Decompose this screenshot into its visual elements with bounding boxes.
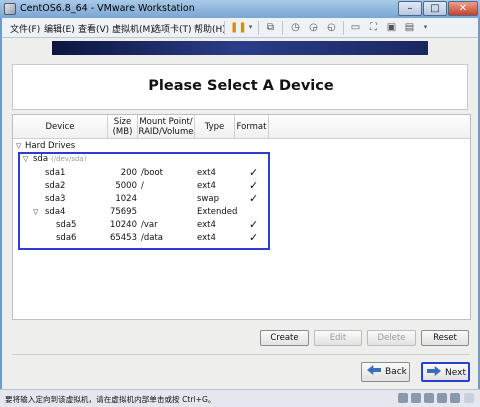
menu-vm[interactable]: 虚拟机(M)	[112, 22, 154, 35]
column-header-mount[interactable]: Mount Point/ RAID/Volume	[138, 115, 195, 139]
toolbar-separator	[282, 21, 283, 35]
page-title: Please Select A Device	[148, 78, 334, 94]
close-button[interactable]: ✕	[448, 1, 478, 16]
column-header-format[interactable]: Format	[235, 115, 269, 139]
cd-drive-status-icon[interactable]	[411, 393, 421, 403]
menubar: 文件(F) 编辑(E) 查看(V) 虚拟机(M) 选项卡(T) 帮助(H) ❚❚…	[2, 18, 478, 38]
minimize-button[interactable]: –	[398, 1, 422, 16]
status-bar: 要将输入定向到该虚拟机，请在虚拟机内部单击或按 Ctrl+G。	[0, 389, 480, 407]
toolbar-separator	[343, 21, 344, 35]
next-label: Next	[445, 368, 466, 378]
delete-button[interactable]: Delete	[367, 330, 416, 346]
divider	[12, 354, 470, 355]
edit-button[interactable]: Edit	[314, 330, 362, 346]
column-header-size[interactable]: Size (MB)	[108, 115, 138, 139]
highlight-box	[18, 152, 270, 250]
menu-edit[interactable]: 编辑(E)	[44, 22, 75, 35]
view-dropdown-icon[interactable]: ▾	[419, 21, 432, 34]
next-arrow-icon	[427, 366, 441, 376]
pause-dropdown-icon[interactable]: ▾	[244, 21, 257, 34]
back-button[interactable]: Back	[361, 362, 410, 382]
window-title: CentOS6.8_64 - VMware Workstation	[20, 3, 195, 14]
next-button[interactable]: Next	[421, 362, 470, 382]
menu-view[interactable]: 查看(V)	[78, 22, 109, 35]
column-header-device[interactable]: Device	[13, 115, 108, 139]
send-ctrl-alt-del-icon[interactable]: ⧉	[264, 21, 277, 34]
status-text: 要将输入定向到该虚拟机，请在虚拟机内部单击或按 Ctrl+G。	[5, 395, 216, 404]
group-hard-drives[interactable]: Hard Drives	[25, 141, 75, 151]
toolbar-separator	[224, 21, 225, 35]
snapshot-manager-icon[interactable]: ◵	[325, 21, 338, 34]
usb-status-icon[interactable]	[437, 393, 447, 403]
snapshot-icon[interactable]: ◷	[289, 21, 302, 34]
thumbnail-icon[interactable]: ▤	[403, 21, 416, 34]
back-label: Back	[385, 367, 407, 377]
expand-triangle-icon[interactable]: ▽	[16, 142, 21, 150]
sound-status-icon[interactable]	[450, 393, 460, 403]
view-console-icon[interactable]: ▭	[349, 21, 362, 34]
installer-banner	[52, 41, 428, 55]
fullscreen-icon[interactable]: ⛶	[367, 21, 380, 34]
pause-icon[interactable]: ❚❚	[230, 21, 247, 34]
maximize-button[interactable]: □	[423, 1, 447, 16]
vmware-app-icon	[4, 3, 16, 15]
window-titlebar[interactable]: CentOS6.8_64 - VMware Workstation – □ ✕	[0, 0, 480, 18]
column-header-type[interactable]: Type	[195, 115, 235, 139]
table-header: Device Size (MB) Mount Point/ RAID/Volum…	[13, 115, 470, 139]
menu-file[interactable]: 文件(F)	[10, 22, 40, 35]
toolbar-separator	[258, 21, 259, 35]
revert-snapshot-icon[interactable]: ◶	[307, 21, 320, 34]
heading-panel: Please Select A Device	[12, 64, 468, 110]
menu-tabs[interactable]: 选项卡(T)	[152, 22, 192, 35]
network-status-icon[interactable]	[424, 393, 434, 403]
reset-button[interactable]: Reset	[421, 330, 469, 346]
back-arrow-icon	[367, 365, 381, 375]
unity-icon[interactable]: ▣	[385, 21, 398, 34]
hard-disk-status-icon[interactable]	[398, 393, 408, 403]
create-button[interactable]: Create	[260, 330, 309, 346]
menu-help[interactable]: 帮助(H)	[194, 22, 226, 35]
resize-grip-icon[interactable]	[464, 393, 474, 403]
